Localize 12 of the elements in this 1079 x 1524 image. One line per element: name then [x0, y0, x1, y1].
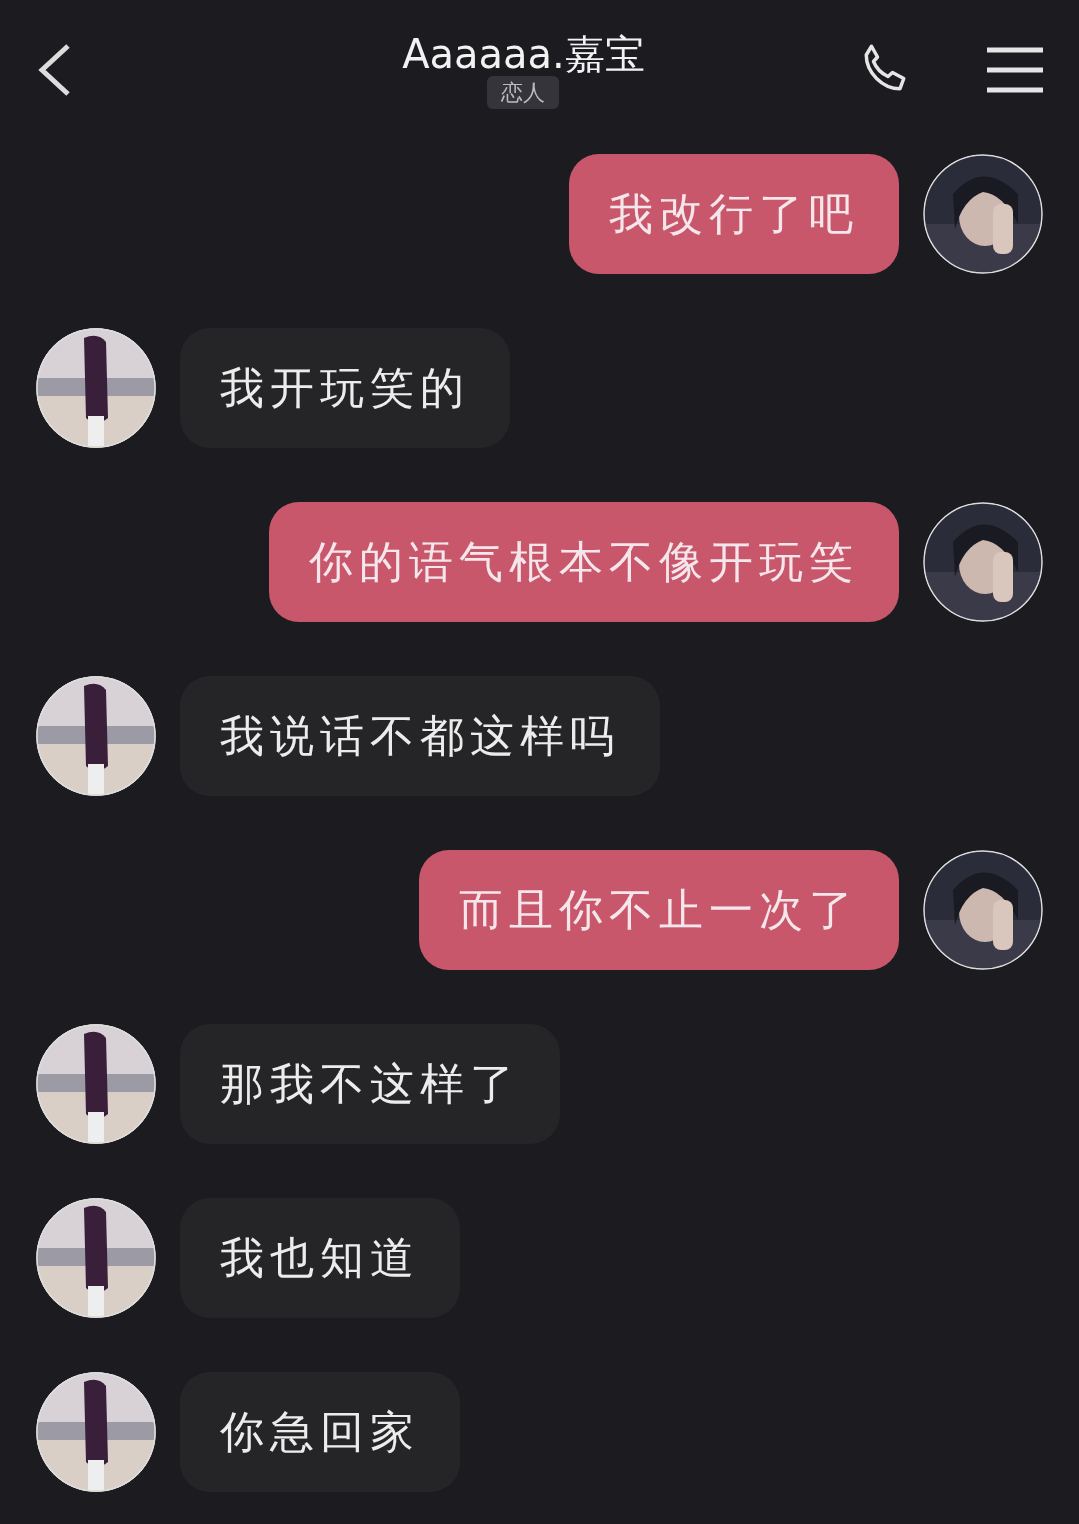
message-bubble: 你急回家 — [180, 1372, 460, 1492]
message-bubble: 我改行了吧 — [569, 154, 899, 274]
message-bubble: 你的语气根本不像开玩笑 — [269, 502, 899, 622]
message-bubble: 我说话不都这样吗 — [180, 676, 660, 796]
message-bubble: 而且你不止一次了 — [419, 850, 899, 970]
relation-tag: 恋人 — [487, 75, 560, 109]
back-icon[interactable] — [36, 42, 72, 98]
message-bubble: 我开玩笑的 — [180, 328, 510, 448]
menu-icon[interactable] — [987, 47, 1043, 93]
contact-name: Aaaaaa.嘉宝 — [402, 31, 645, 76]
message-bubble: 我也知道 — [180, 1198, 460, 1318]
message-bubble: 那我不这样了 — [180, 1024, 560, 1144]
